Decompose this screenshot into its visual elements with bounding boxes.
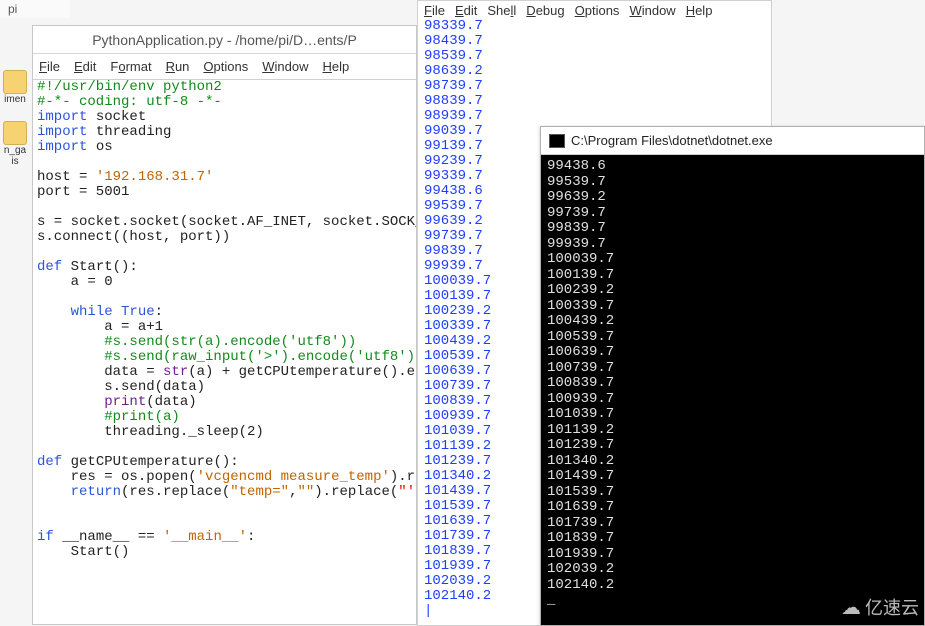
shell-menu-edit[interactable]: Edit [455, 3, 477, 18]
python-editor-window: PythonApplication.py - /home/pi/D…ents/P… [32, 25, 417, 625]
console-title: C:\Program Files\dotnet\dotnet.exe [571, 133, 773, 148]
dotnet-console-window: C:\Program Files\dotnet\dotnet.exe 99438… [540, 126, 925, 626]
console-titlebar[interactable]: C:\Program Files\dotnet\dotnet.exe [541, 127, 924, 155]
code-editor[interactable]: #!/usr/bin/env python2 #-*- coding: utf-… [33, 80, 416, 560]
menu-options[interactable]: Options [203, 59, 248, 74]
menu-file[interactable]: File [39, 59, 60, 74]
folder-icon-2[interactable]: n_gais [0, 121, 30, 167]
shell-menu-window[interactable]: Window [629, 3, 675, 18]
file-tab[interactable]: pi [0, 0, 70, 12]
watermark-text: 亿速云 [865, 594, 919, 620]
shell-menu-help[interactable]: Help [686, 3, 713, 18]
editor-title: PythonApplication.py - /home/pi/D…ents/P [33, 26, 416, 54]
shell-menu-bar: File Edit Shell Debug Options Window Hel… [418, 1, 771, 19]
folder-icon-1[interactable]: imen [0, 70, 30, 105]
menu-window[interactable]: Window [262, 59, 308, 74]
shell-menu-file[interactable]: File [424, 3, 445, 18]
shell-menu-debug[interactable]: Debug [526, 3, 564, 18]
watermark: ☁ 亿速云 [841, 594, 919, 620]
menu-format[interactable]: Format [110, 59, 151, 74]
shell-menu-shell[interactable]: Shell [487, 3, 516, 18]
menu-edit[interactable]: Edit [74, 59, 96, 74]
console-output[interactable]: 99438.6 99539.7 99639.2 99739.7 99839.7 … [541, 155, 924, 625]
editor-menu-bar: File Edit Format Run Options Window Help [33, 54, 416, 80]
desktop-icons: imen n_gais [0, 70, 30, 167]
menu-help[interactable]: Help [323, 59, 350, 74]
cloud-icon: ☁ [841, 595, 861, 620]
shell-menu-options[interactable]: Options [575, 3, 620, 18]
menu-run[interactable]: Run [166, 59, 190, 74]
console-icon [549, 134, 565, 148]
